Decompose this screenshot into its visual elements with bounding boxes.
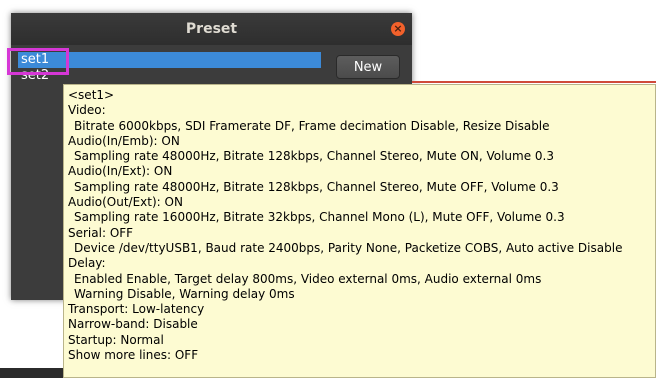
tooltip-line: <set1> <box>68 88 115 102</box>
tooltip-line: Warning Disable, Warning delay 0ms <box>74 286 295 301</box>
tooltip-line: Transport: Low-latency <box>68 302 205 317</box>
tooltip-line: Video: <box>68 103 106 118</box>
title-bar: Preset × <box>11 13 412 45</box>
tooltip-line: Audio(In/Emb): ON <box>68 133 180 148</box>
preset-details-tooltip: <set1> Video: Bitrate 6000kbps, SDI Fram… <box>63 84 656 378</box>
background-accent-line <box>412 81 656 83</box>
tooltip-line: Audio(In/Ext): ON <box>68 164 173 179</box>
background-panel <box>0 368 66 378</box>
window-title: Preset <box>185 21 238 37</box>
selection-highlight-box <box>7 48 69 75</box>
tooltip-line: Serial: OFF <box>68 225 134 240</box>
tooltip-line: Narrow-band: Disable <box>68 317 198 332</box>
new-button[interactable]: New <box>336 55 400 79</box>
tooltip-line: Audio(Out/Ext): ON <box>68 195 183 210</box>
tooltip-line: Delay: <box>68 256 106 271</box>
tooltip-line: Enabled Enable, Target delay 800ms, Vide… <box>74 271 542 286</box>
tooltip-line: Sampling rate 48000Hz, Bitrate 128kbps, … <box>74 179 559 194</box>
tooltip-line: Show more lines: OFF <box>68 348 199 363</box>
tooltip-line: Sampling rate 48000Hz, Bitrate 128kbps, … <box>74 149 554 164</box>
tooltip-line: Device /dev/ttyUSB1, Baud rate 2400bps, … <box>74 240 623 255</box>
tooltip-line: Sampling rate 16000Hz, Bitrate 32kbps, C… <box>74 210 565 225</box>
tooltip-line: Startup: Normal <box>68 332 164 347</box>
close-icon[interactable]: × <box>391 22 405 36</box>
tooltip-line: Bitrate 6000kbps, SDI Framerate DF, Fram… <box>74 118 550 133</box>
